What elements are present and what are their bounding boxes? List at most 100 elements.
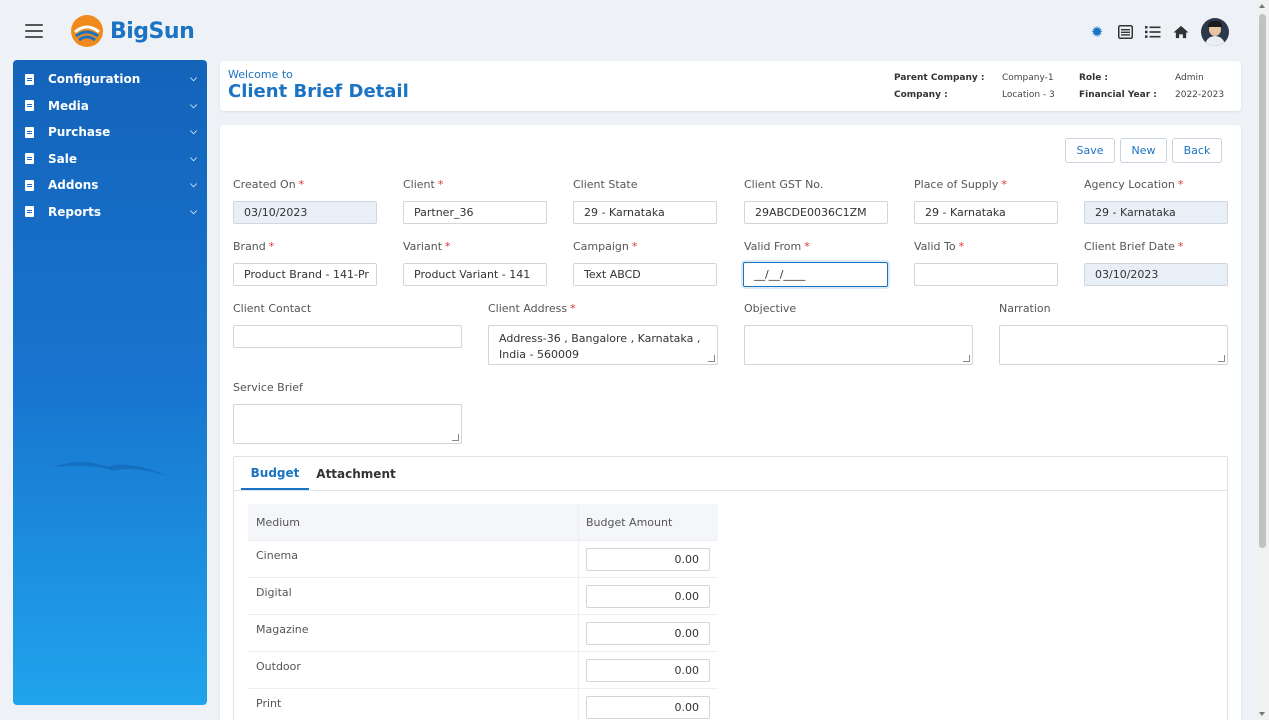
campaign-field[interactable]: Text ABCD — [573, 263, 717, 286]
document-icon — [25, 100, 34, 112]
budget-amount-input[interactable]: 0.00 — [586, 621, 710, 645]
page-header: Welcome to Client Brief Detail Parent Co… — [220, 61, 1241, 111]
client-field[interactable]: Partner_36 — [403, 201, 547, 224]
welcome-text: Welcome to — [228, 68, 293, 81]
medium-cell: Magazine — [248, 615, 579, 651]
valid-from-field[interactable]: __/__/____ — [743, 262, 888, 287]
document-icon — [25, 73, 34, 85]
budget-tabs: Budget Attachment Medium Budget Amount C… — [233, 456, 1228, 720]
app-name: BigSun — [110, 18, 195, 44]
medium-header: Medium — [248, 504, 579, 540]
back-button[interactable]: Back — [1172, 138, 1222, 163]
budget-amount-input[interactable]: 0.00 — [586, 695, 710, 719]
sidebar-item-label: Purchase — [48, 125, 111, 140]
client-brief-form: Save New Back Created On * 03/10/2023 Cli… — [220, 125, 1241, 720]
sidebar-item-label: Sale — [48, 151, 77, 166]
gear-icon[interactable]: ✹ — [1089, 23, 1105, 41]
financial-year-value: 2022-2023 — [1175, 90, 1225, 100]
sidebar-item-label: Configuration — [48, 72, 141, 87]
document-icon — [25, 126, 34, 138]
scroll-down-icon[interactable] — [1259, 712, 1265, 716]
budget-amount-header: Budget Amount — [586, 515, 673, 529]
chevron-down-icon: ⌵ — [190, 180, 197, 191]
sidebar-item-media[interactable]: Media ⌵ — [13, 93, 207, 120]
medium-cell: Print — [248, 689, 579, 720]
tab-attachment[interactable]: Attachment — [313, 457, 399, 490]
list-alt-icon[interactable] — [1117, 24, 1133, 40]
client-state-field[interactable]: 29 - Karnataka — [573, 201, 717, 224]
sidebar: Configuration ⌵ Media ⌵ Purchase ⌵ Sale … — [13, 60, 207, 705]
table-row: Digital 0.00 — [248, 578, 718, 615]
table-row: Print 0.00 — [248, 689, 718, 720]
chevron-down-icon: ⌵ — [190, 100, 197, 111]
financial-year-label: Financial Year : — [1079, 90, 1157, 100]
campaign-label: Campaign * — [573, 240, 638, 253]
sidebar-item-label: Reports — [48, 204, 102, 219]
chevron-down-icon: ⌵ — [190, 206, 197, 217]
avatar[interactable] — [1201, 18, 1229, 46]
variant-label: Variant * — [403, 240, 451, 253]
parent-company-value: Company-1 — [1002, 73, 1054, 83]
scroll-up-icon[interactable] — [1259, 4, 1265, 8]
agency-location-field[interactable]: 29 - Karnataka — [1084, 201, 1228, 224]
narration-label: Narration — [999, 302, 1051, 315]
client-contact-label: Client Contact — [233, 302, 312, 315]
service-brief-field[interactable] — [233, 404, 462, 444]
objective-label: Objective — [744, 302, 797, 315]
medium-cell: Cinema — [248, 541, 579, 577]
sidebar-item-purchase[interactable]: Purchase ⌵ — [13, 119, 207, 146]
new-button[interactable]: New — [1120, 138, 1167, 163]
budget-amount-input[interactable]: 0.00 — [586, 584, 710, 608]
created-on-label: Created On * — [233, 178, 305, 191]
valid-to-field[interactable] — [914, 263, 1058, 286]
client-label: Client * — [403, 178, 444, 191]
chevron-down-icon: ⌵ — [190, 74, 197, 85]
objective-field[interactable] — [744, 325, 973, 365]
table-row: Magazine 0.00 — [248, 615, 718, 652]
created-on-field[interactable]: 03/10/2023 — [233, 201, 377, 224]
sidebar-item-reports[interactable]: Reports ⌵ — [13, 199, 207, 226]
table-row: Outdoor 0.00 — [248, 652, 718, 689]
client-gst-field[interactable]: 29ABCDE0036C1ZM — [744, 201, 888, 224]
document-icon — [25, 179, 34, 191]
role-value: Admin — [1175, 73, 1204, 83]
home-icon[interactable] — [1173, 24, 1189, 40]
client-address-line1: Address-36 , Bangalore , Karnataka , — [499, 332, 701, 345]
budget-amount-input[interactable]: 0.00 — [586, 547, 710, 571]
sidebar-item-configuration[interactable]: Configuration ⌵ — [13, 66, 207, 93]
logo[interactable]: BigSun — [70, 14, 195, 48]
client-contact-field[interactable] — [233, 325, 462, 348]
place-of-supply-field[interactable]: 29 - Karnataka — [914, 201, 1058, 224]
page-title: Client Brief Detail — [228, 81, 409, 102]
sidebar-item-label: Media — [48, 98, 89, 113]
save-button[interactable]: Save — [1065, 138, 1115, 163]
budget-amount-input[interactable]: 0.00 — [586, 658, 710, 682]
place-of-supply-label: Place of Supply * — [914, 178, 1007, 191]
client-gst-label: Client GST No. — [744, 178, 824, 191]
parent-company-label: Parent Company : — [894, 73, 985, 83]
client-address-label: Client Address * — [488, 302, 576, 315]
document-icon — [25, 206, 34, 218]
sidebar-item-label: Addons — [48, 178, 99, 193]
scrollbar-thumb[interactable] — [1259, 14, 1266, 548]
service-brief-label: Service Brief — [233, 381, 303, 394]
page-scrollbar[interactable] — [1256, 0, 1269, 720]
list-icon[interactable] — [1145, 24, 1161, 40]
brand-field[interactable]: Product Brand - 141-Pr — [233, 263, 377, 286]
table-row: Cinema 0.00 — [248, 541, 718, 578]
client-brief-date-label: Client Brief Date * — [1084, 240, 1184, 253]
medium-cell: Outdoor — [248, 652, 579, 688]
table-header: Medium Budget Amount — [248, 504, 718, 541]
client-brief-date-field[interactable]: 03/10/2023 — [1084, 263, 1228, 286]
agency-location-label: Agency Location * — [1084, 178, 1184, 191]
role-label: Role : — [1079, 73, 1109, 83]
chevron-down-icon: ⌵ — [190, 153, 197, 164]
variant-field[interactable]: Product Variant - 141 — [403, 263, 547, 286]
client-address-field[interactable]: Address-36 , Bangalore , Karnataka , Ind… — [488, 325, 718, 365]
company-label: Company : — [894, 90, 948, 100]
narration-field[interactable] — [999, 325, 1228, 365]
hamburger-menu-icon[interactable] — [25, 24, 43, 38]
tab-budget[interactable]: Budget — [241, 457, 309, 490]
sidebar-item-addons[interactable]: Addons ⌵ — [13, 172, 207, 199]
sidebar-item-sale[interactable]: Sale ⌵ — [13, 146, 207, 173]
